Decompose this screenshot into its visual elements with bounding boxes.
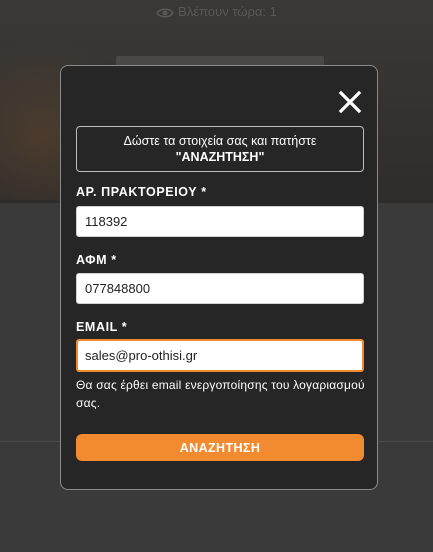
search-button[interactable]: ΑΝΑΖΗΤΗΣΗ <box>76 434 364 461</box>
afm-input[interactable] <box>76 273 364 304</box>
viewers-counter: Βλέπουν τώρα: 1 <box>0 4 433 22</box>
close-button[interactable] <box>338 90 362 114</box>
close-icon <box>338 90 362 114</box>
agency-number-input[interactable] <box>76 206 364 237</box>
instructions-box: Δώστε τα στοιχεία σας και πατήστε "ΑΝΑΖΗ… <box>76 126 364 172</box>
instructions-line-1: Δώστε τα στοιχεία σας και πατήστε <box>123 134 317 148</box>
eye-icon <box>156 7 175 22</box>
email-input[interactable] <box>76 339 364 372</box>
instructions-line-2: "ΑΝΑΖΗΤΗΣΗ" <box>175 150 265 164</box>
activation-note: Θα σας έρθει email ενεργοποίησης του λογ… <box>76 378 365 410</box>
agency-number-label: ΑΡ. ΠΡΑΚΤΟΡΕΙΟΥ * <box>76 185 207 199</box>
activation-modal: Δώστε τα στοιχεία σας και πατήστε "ΑΝΑΖΗ… <box>60 65 378 490</box>
viewers-text: Βλέπουν τώρα: 1 <box>178 4 277 19</box>
email-label: EMAIL * <box>76 320 128 334</box>
afm-label: ΑΦΜ * <box>76 253 117 267</box>
